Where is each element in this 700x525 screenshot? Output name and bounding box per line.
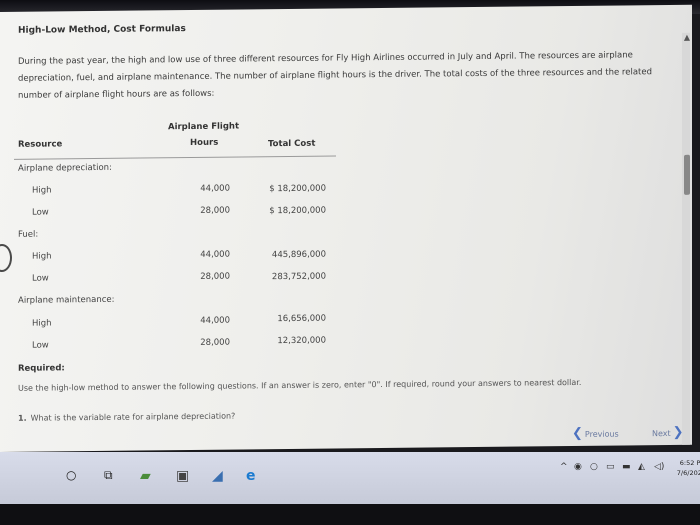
previous-button[interactable]: ❮ Previous [572,426,619,441]
row-label: Low [32,273,49,284]
header-divider [14,155,336,160]
tray-app-icon[interactable]: ◉ [574,462,582,472]
row-label: Low [32,340,49,351]
search-circle-icon[interactable]: ○ [66,468,76,482]
clock-time: 6:52 PM [679,459,700,467]
row-hours: 44,000 [200,315,230,326]
row-label: High [32,185,52,196]
row-label: Low [32,207,49,218]
row-cost: 12,320,000 [277,335,326,347]
group-airplane-maintenance: Airplane maintenance: [18,294,115,306]
row-hours: 44,000 [200,183,230,194]
store-icon[interactable]: ▣ [176,468,189,484]
row-cost: $ 18,200,000 [269,183,326,195]
row-hours: 28,000 [200,337,230,348]
header-hours-line1: Airplane Flight [168,121,240,133]
battery-icon[interactable]: ▬ [622,462,631,472]
group-fuel: Fuel: [18,229,39,240]
required-heading: Required: [18,363,65,374]
chevron-left-icon: ❮ [572,425,583,442]
side-panel-tab[interactable] [0,243,12,273]
scroll-thumb[interactable] [684,154,690,195]
problem-intro: During the past year, the high and low u… [18,50,652,101]
taskbar: ○ ⧉ ▰ ▣ ◢ e ^ ◉ ○ ▭ ▬ ◭ ◁) 6:52 PM 7/6/2… [0,452,700,504]
tray-chevron-icon[interactable]: ^ [560,462,568,472]
row-cost: 283,752,000 [271,271,326,283]
header-total-cost: Total Cost [268,138,316,150]
tray-cloud-icon[interactable]: ○ [590,462,598,472]
system-clock[interactable]: 6:52 PM 7/6/2021 [670,458,700,478]
row-label: High [32,251,52,262]
row-hours: 44,000 [200,249,230,260]
header-hours-line2: Hours [190,137,219,149]
row-cost: 445,896,000 [271,249,326,261]
mail-icon[interactable]: ◢ [212,468,223,484]
scroll-up-arrow-icon[interactable]: ▲ [684,33,690,42]
tray-display-icon[interactable]: ▭ [606,462,615,472]
row-hours: 28,000 [200,205,230,216]
edge-browser-icon[interactable]: e [246,468,256,484]
row-hours: 28,000 [200,271,230,282]
bottom-bezel [0,504,700,525]
next-button[interactable]: Next ❯ [652,425,684,440]
vertical-scrollbar[interactable] [682,32,690,453]
assignment-page: High-Low Method, Cost Formulas During th… [0,4,692,453]
clock-date: 7/6/2021 [676,469,700,477]
page-title: High-Low Method, Cost Formulas [18,24,186,36]
question-number: 1. [18,413,27,423]
wifi-icon[interactable]: ◭ [638,462,645,472]
header-resource: Resource [18,139,63,150]
row-cost: 16,656,000 [277,313,326,325]
instructions: Use the high-low method to answer the fo… [18,377,582,393]
previous-label: Previous [584,429,619,439]
group-airplane-depreciation: Airplane depreciation: [18,162,112,174]
task-view-icon[interactable]: ⧉ [104,468,113,483]
row-cost: $ 18,200,000 [269,205,326,217]
next-label: Next [652,428,671,439]
volume-icon[interactable]: ◁) [654,462,664,472]
app-icon[interactable]: ▰ [140,468,151,484]
question-1: 1. What is the variable rate for airplane… [18,412,235,423]
question-text: What is the variable rate for airplane d… [30,411,236,423]
row-label: High [32,318,52,329]
